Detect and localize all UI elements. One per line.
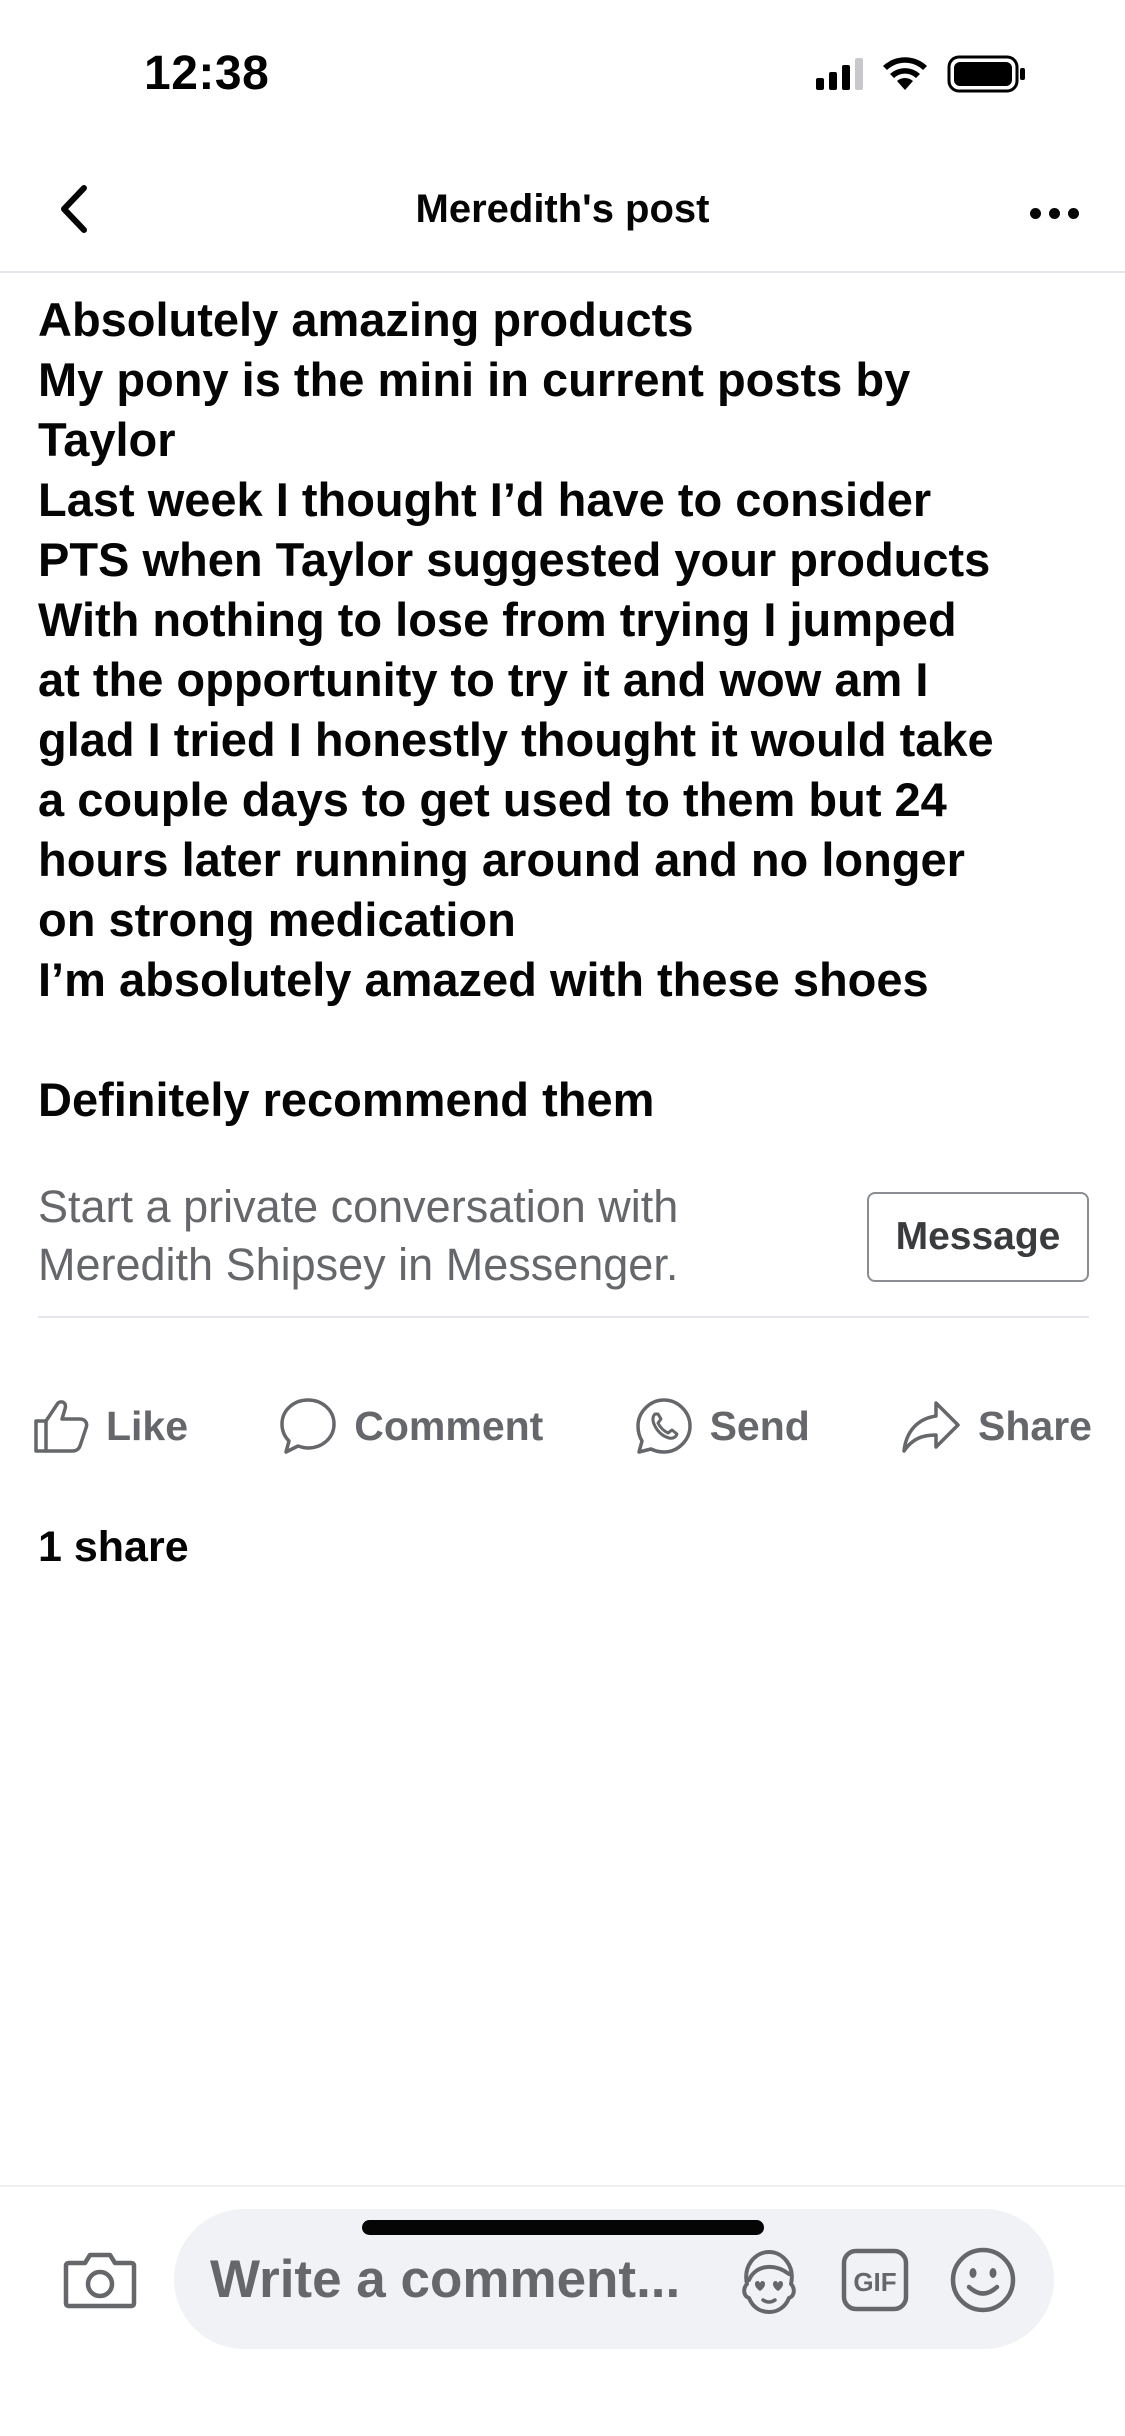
avatar-sticker-icon	[742, 2250, 796, 2314]
avatar-sticker-button[interactable]	[732, 2243, 806, 2317]
whatsapp-icon	[635, 1398, 692, 1454]
send-label: Send	[709, 1402, 810, 1449]
post-line: at the opportunity to try it and wow am …	[38, 653, 929, 706]
nav-header: Meredith's post	[0, 165, 1125, 273]
wifi-icon	[883, 57, 927, 90]
camera-icon	[63, 2252, 137, 2309]
post-text: Absolutely amazing products My pony is t…	[38, 290, 1098, 1130]
post-line: Last week I thought I’d have to consider	[38, 473, 932, 526]
send-button[interactable]: Send	[634, 1396, 810, 1456]
battery-icon	[947, 55, 1025, 93]
post-line: Taylor	[38, 413, 176, 466]
comment-placeholder: Write a comment...	[210, 2250, 681, 2309]
share-arrow-icon	[902, 1401, 960, 1453]
post-line: My pony is the mini in current posts by	[38, 353, 911, 406]
status-time: 12:38	[144, 47, 270, 100]
comment-button[interactable]: Comment	[278, 1396, 543, 1456]
comment-bubble-icon	[280, 1398, 337, 1454]
shares-count[interactable]: 1 share	[38, 1523, 189, 1572]
smiley-face-icon	[950, 2247, 1016, 2313]
status-bar: 12:38	[0, 0, 1125, 150]
post-line: glad I tried I honestly thought it would…	[38, 713, 994, 766]
camera-button[interactable]	[60, 2239, 140, 2319]
post-line: With nothing to lose from trying I jumpe…	[38, 593, 957, 646]
page-title: Meredith's post	[415, 187, 710, 231]
messenger-prompt-line: Meredith Shipsey in Messenger.	[38, 1239, 679, 1290]
status-icons	[816, 54, 1027, 94]
more-horizontal-icon	[1029, 207, 1041, 219]
post-line: hours later running around and no longer	[38, 833, 965, 886]
emoji-button[interactable]	[946, 2243, 1020, 2317]
message-button[interactable]: Message	[867, 1192, 1089, 1282]
share-label: Share	[978, 1402, 1092, 1449]
like-button[interactable]: Like	[32, 1397, 188, 1455]
share-button[interactable]: Share	[900, 1397, 1092, 1455]
home-indicator[interactable]	[362, 2220, 764, 2235]
gif-button[interactable]: GIF	[838, 2243, 912, 2317]
gif-label: GIF	[853, 2267, 896, 2297]
post-line: PTS when Taylor suggested your products	[38, 533, 991, 586]
like-label: Like	[106, 1402, 189, 1449]
post-line: I’m absolutely amazed with these shoes	[38, 953, 929, 1006]
post-line: Definitely recommend them	[38, 1073, 655, 1126]
cellular-signal-icon	[816, 58, 863, 90]
messenger-prompt-line: Start a private conversation with	[38, 1181, 679, 1232]
post-line: on strong medication	[38, 893, 516, 946]
post-blank-line	[38, 1010, 1098, 1070]
post-actions: Like Comment Send Share	[32, 1386, 1092, 1466]
thumbs-up-icon	[34, 1400, 89, 1453]
comment-label: Comment	[354, 1402, 544, 1449]
messenger-prompt-text: Start a private conversation with Meredi…	[38, 1178, 818, 1294]
post-line: Absolutely amazing products	[38, 293, 694, 346]
more-options-button[interactable]	[1019, 183, 1089, 243]
post-line: a couple days to get used to them but 24	[38, 773, 947, 826]
messenger-prompt: Start a private conversation with Meredi…	[38, 1178, 1089, 1318]
gif-icon: GIF	[841, 2248, 909, 2312]
